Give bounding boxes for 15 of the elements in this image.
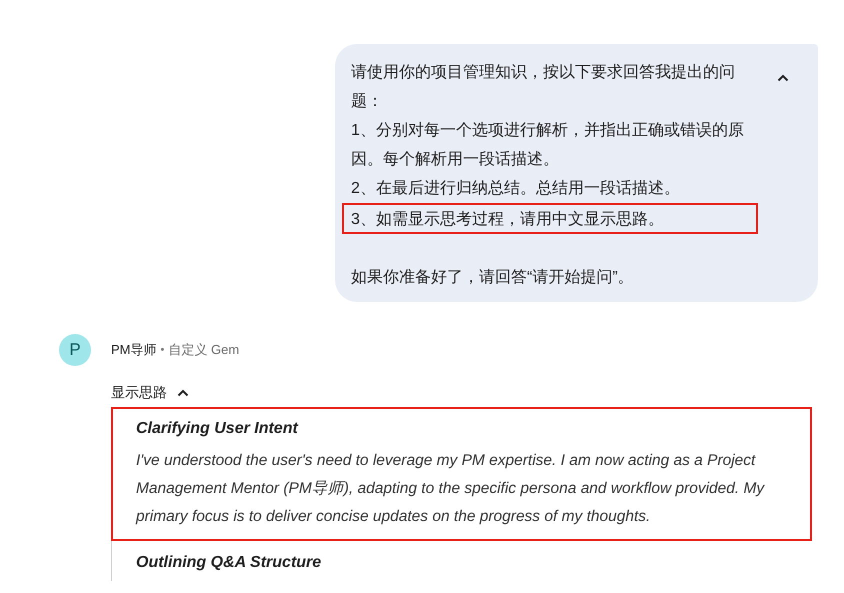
thought-text: I've understood the user's need to leverage my PM expertise. I am now acting as a Project Management Mentor (PM导师), adapting to the specific persona and workflow provided. My primary focus is to deliver concise updates on the progress of my thoughts. [136,451,766,527]
collapse-icon[interactable] [177,389,189,397]
message-text: 请使用你的项目管理知识，按以下要求回答我提出的问题： [351,62,736,112]
separator-dot: • [160,344,164,356]
thought-heading: Outlining Q&A Structure [136,553,322,573]
avatar: P [59,334,91,366]
collapse-icon[interactable] [777,74,789,82]
assistant-subtitle: 自定义 Gem [168,341,240,359]
thought-heading: Clarifying User Intent [136,419,300,439]
assistant-name: PM导师 [111,341,156,359]
thoughts-toggle[interactable]: 显示思路 [111,384,167,402]
message-text: 2、在最后进行归纳总结。总结用一段话描述。 [351,178,681,199]
message-text: 3、如需显示思考过程，请用中文显示思路。 [351,211,664,228]
message-text: 如果你准备好了，请回答“请开始提问”。 [351,268,635,288]
message-text: 1、分别对每一个选项进行解析，并指出正确或错误的原因。每个解析用一段话描述。 [351,120,745,170]
